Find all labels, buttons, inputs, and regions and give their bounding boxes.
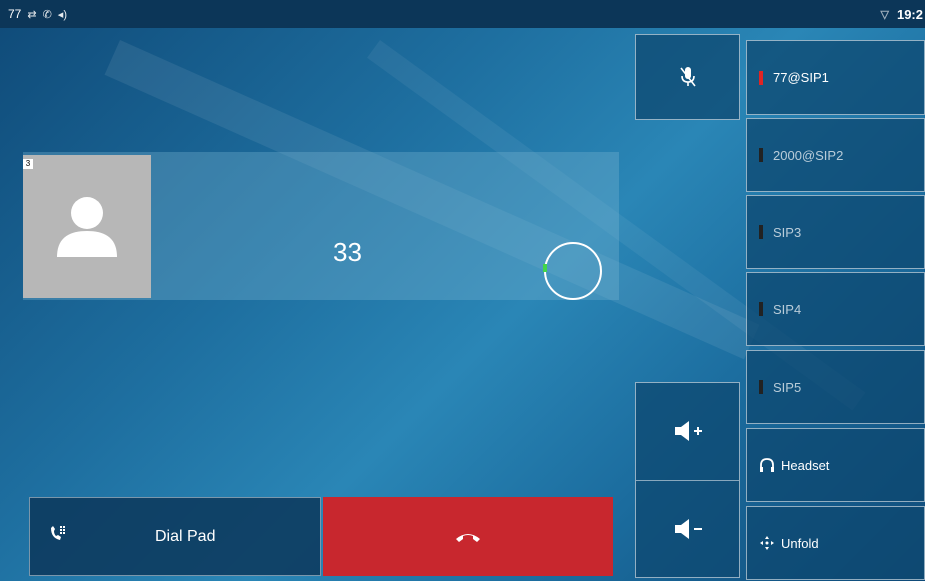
dial-pad-button[interactable]: Dial Pad: [29, 497, 321, 576]
line-key-label: 77@SIP1: [773, 70, 829, 85]
hangup-button[interactable]: [323, 497, 613, 576]
caller-number: 33: [333, 237, 362, 267]
line-status-indicator: [759, 302, 763, 316]
dialpad-icon: [51, 526, 65, 540]
line-key-sip1[interactable]: 77@SIP1: [746, 40, 925, 115]
hangup-icon: [456, 533, 480, 542]
line-key-label: SIP5: [773, 379, 802, 395]
line-key-label: 2000@SIP2: [773, 147, 844, 163]
mic-mute-icon: [679, 67, 696, 87]
headset-icon: [760, 457, 774, 472]
avatar-badge: 3: [23, 159, 33, 169]
clock: 19:2: [896, 6, 923, 22]
headset-label: Headset: [781, 457, 830, 473]
person-icon: [57, 196, 117, 257]
call-timer-ring: [543, 242, 602, 300]
volume-down-button[interactable]: [636, 481, 739, 577]
dial-pad-label: Dial Pad: [155, 528, 216, 545]
line-key-sip5[interactable]: SIP5: [746, 350, 925, 424]
line-key-sip2[interactable]: 2000@SIP2: [746, 118, 925, 192]
unfold-label: Unfold: [781, 535, 819, 551]
speaker-icon: ◂): [57, 8, 67, 21]
volume-up-icon: [674, 421, 702, 441]
forward-icon: ⇄: [27, 8, 37, 21]
account-number: 77: [8, 7, 22, 21]
line-key-label: SIP4: [773, 301, 802, 317]
avatar: 3: [23, 155, 151, 298]
call-card: 3 33: [23, 152, 619, 300]
volume-control: [635, 382, 740, 578]
mute-button[interactable]: [635, 34, 740, 120]
unfold-icon: [760, 536, 774, 550]
wifi-icon: ▽: [880, 8, 889, 21]
line-status-indicator: [759, 225, 763, 239]
status-bar: 77 ⇄ ✆ ◂) ▽ 19:2: [0, 0, 925, 28]
phone-icon: ✆: [42, 8, 52, 21]
volume-up-button[interactable]: [636, 383, 739, 479]
line-key-label: SIP3: [773, 224, 802, 240]
line-status-indicator: [759, 380, 763, 394]
headset-button[interactable]: Headset: [746, 428, 925, 502]
line-status-indicator: [759, 148, 763, 162]
status-right: ▽ 19:2: [881, 0, 925, 28]
line-key-sip3[interactable]: SIP3: [746, 195, 925, 269]
unfold-button[interactable]: Unfold: [746, 506, 925, 580]
line-status-indicator: [759, 70, 763, 85]
status-left: 77 ⇄ ✆ ◂): [0, 7, 67, 21]
volume-down-icon: [674, 519, 702, 539]
line-key-sip4[interactable]: SIP4: [746, 272, 925, 346]
